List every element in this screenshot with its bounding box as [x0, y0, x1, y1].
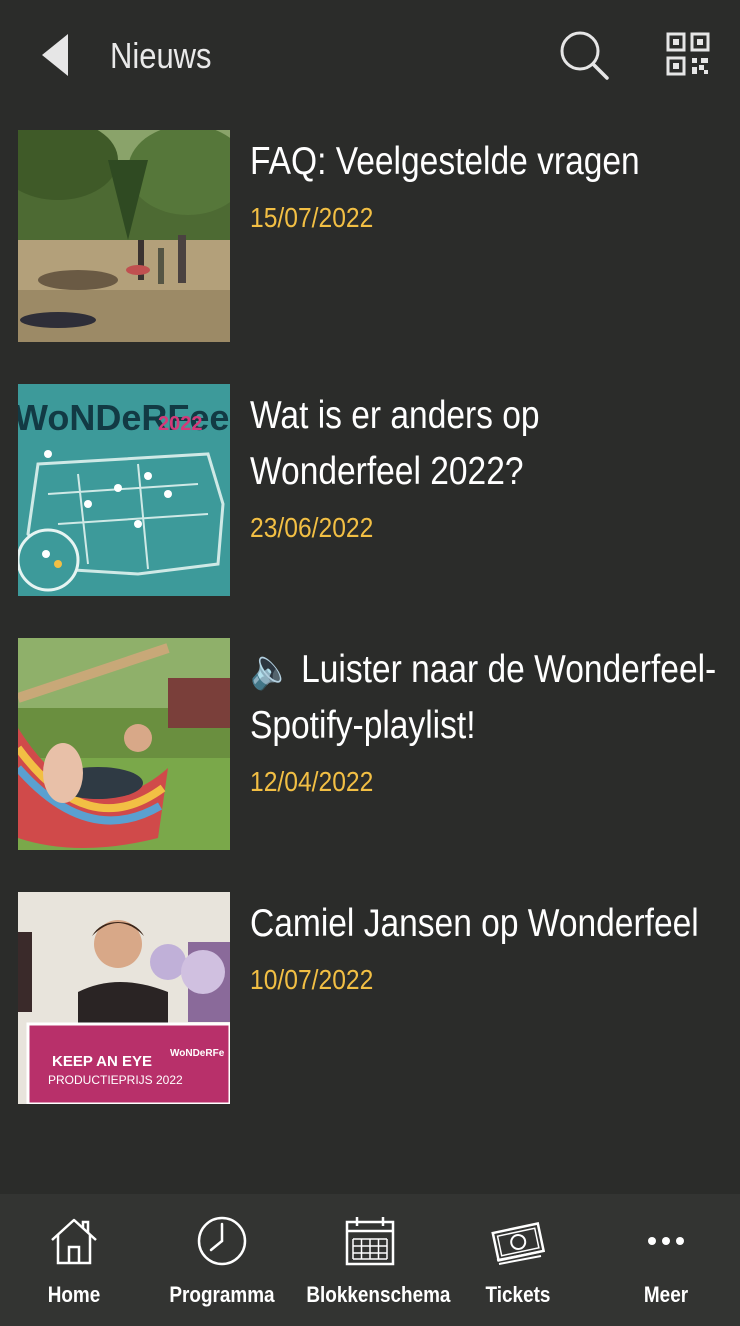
bottom-tab-bar: Home Programma Blokkenschema Tickets Mee… [0, 1194, 740, 1326]
award-photo: KEEP AN EYE PRODUCTIEPRIJS 2022 WoNDeRFe [18, 892, 230, 1104]
tab-blokkenschema-label: Blokkenschema [306, 1282, 451, 1307]
news-thumbnail: KEEP AN EYE PRODUCTIEPRIJS 2022 WoNDeRFe [18, 892, 230, 1104]
hammock-photo [18, 638, 230, 850]
festival-crowd-photo [18, 130, 230, 342]
tab-tickets[interactable]: Tickets [444, 1194, 592, 1326]
news-title: 🔈 Luister naar de Wonderfeel-Spotify-pla… [250, 648, 717, 747]
search-button[interactable] [556, 28, 612, 84]
festival-map-image: WoNDeRFeel 2022 [18, 384, 230, 596]
news-date: 10/07/2022 [250, 964, 374, 995]
calendar-icon [345, 1217, 395, 1266]
clock-icon [197, 1216, 247, 1266]
tab-home[interactable]: Home [0, 1194, 148, 1326]
qr-code-icon [666, 32, 710, 76]
home-icon [51, 1218, 97, 1265]
tab-home-label: Home [47, 1282, 101, 1307]
news-title: Camiel Jansen op Wonderfeel [250, 902, 699, 945]
tab-programma[interactable]: Programma [148, 1194, 296, 1326]
news-date: 12/04/2022 [250, 766, 374, 797]
news-thumbnail: WoNDeRFeel 2022 [18, 384, 230, 596]
news-date: 23/06/2022 [250, 512, 374, 543]
news-item[interactable]: KEEP AN EYE PRODUCTIEPRIJS 2022 WoNDeRFe… [18, 892, 722, 1104]
tab-meer-label: Meer [643, 1282, 689, 1307]
news-date: 15/07/2022 [250, 202, 374, 233]
award-sign-line2: PRODUCTIEPRIJS 2022 [48, 1073, 183, 1087]
tab-blokkenschema[interactable]: Blokkenschema [296, 1194, 451, 1326]
page-title: Nieuws [110, 35, 212, 76]
ticket-icon [491, 1222, 545, 1265]
search-icon [560, 31, 609, 80]
news-item[interactable]: FAQ: Veelgestelde vragen 15/07/2022 [18, 130, 722, 342]
news-title: Wat is er anders op Wonderfeel 2022? [250, 394, 540, 493]
back-arrow-icon [42, 34, 68, 76]
header-bar: Nieuws [0, 0, 740, 112]
news-item[interactable]: 🔈 Luister naar de Wonderfeel-Spotify-pla… [18, 638, 722, 850]
news-title: FAQ: Veelgestelde vragen [250, 140, 640, 183]
news-thumbnail [18, 130, 230, 342]
news-thumbnail [18, 638, 230, 850]
map-year-text: 2022 [158, 413, 203, 435]
news-item[interactable]: WoNDeRFeel 2022 Wat is er anders op Wond… [18, 384, 722, 596]
more-dots-icon [648, 1237, 684, 1245]
tab-programma-label: Programma [169, 1282, 275, 1307]
award-sign-brand: WoNDeRFe [170, 1048, 225, 1059]
tab-tickets-label: Tickets [485, 1282, 551, 1307]
tab-meer[interactable]: Meer [592, 1194, 740, 1326]
back-button[interactable] [36, 30, 76, 80]
award-sign-line1: KEEP AN EYE [52, 1053, 152, 1070]
qr-code-button[interactable] [666, 32, 710, 76]
